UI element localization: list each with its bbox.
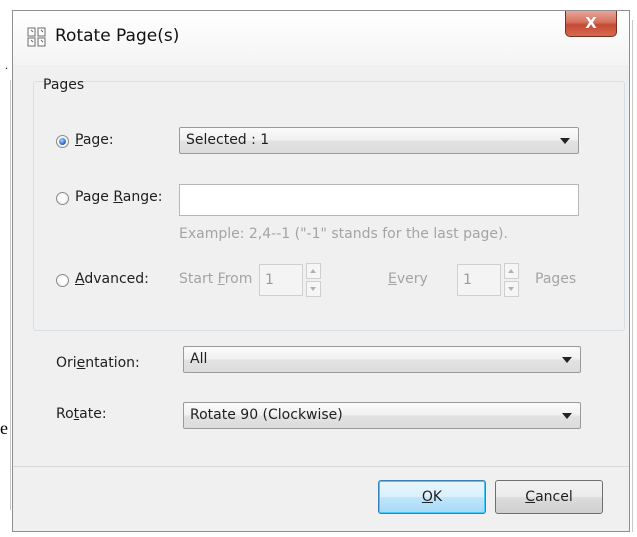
spin-up-icon[interactable]: [306, 263, 321, 279]
start-label-accel: F: [217, 271, 225, 287]
start-from-label: Start From: [179, 271, 252, 287]
start-label-suffix: rom: [224, 271, 253, 287]
start-label-prefix: Start: [179, 271, 218, 287]
orientation-select[interactable]: All: [183, 346, 581, 373]
advanced-label-suffix: dvanced:: [84, 271, 149, 287]
page-select-value: Selected : 1: [186, 132, 270, 148]
orientation-label-suffix: ntation:: [85, 355, 140, 371]
orientation-label-accel: e: [76, 355, 86, 371]
background-divider-right: [632, 20, 633, 532]
cancel-accel: C: [525, 489, 536, 505]
range-label-prefix: Page: [75, 189, 114, 205]
ok-button[interactable]: OK: [378, 480, 486, 514]
rotate-label-prefix: Ro: [56, 406, 74, 422]
every-label: Every: [388, 271, 428, 287]
every-spinner[interactable]: [504, 263, 519, 297]
rotate-pages-dialog: Rotate Page(s) X Pages Page: Selected : …: [12, 10, 630, 532]
advanced-radio[interactable]: [56, 274, 69, 287]
page-select[interactable]: Selected : 1: [179, 127, 579, 154]
advanced-radio-label[interactable]: Advanced:: [75, 271, 149, 287]
range-label-accel: R: [113, 189, 123, 205]
advanced-label-accel: A: [75, 271, 85, 287]
start-from-input[interactable]: 1: [259, 264, 303, 296]
chevron-down-icon: [562, 413, 572, 419]
chevron-down-icon: [562, 357, 572, 363]
background-divider: [10, 80, 11, 510]
orientation-select-value: All: [190, 351, 208, 367]
pages-unit-label: Pages: [535, 271, 577, 287]
page-radio-label[interactable]: Page:: [75, 132, 114, 148]
background-text-fragment: e: [0, 418, 8, 438]
page-range-radio-label[interactable]: Page Range:: [75, 189, 162, 205]
chevron-down-icon: [560, 138, 570, 144]
rotate-label-suffix: ate:: [79, 406, 107, 422]
page-label-accel: P: [75, 132, 83, 148]
rotate-pages-icon: [27, 27, 46, 47]
close-button[interactable]: X: [565, 11, 617, 37]
range-label-suffix: ange:: [122, 189, 163, 205]
rotate-select[interactable]: Rotate 90 (Clockwise): [183, 402, 581, 429]
footer-separator: [13, 466, 629, 467]
page-range-example: Example: 2,4--1 ("-1" stands for the las…: [179, 226, 508, 242]
pages-group-label: Pages: [43, 77, 85, 93]
close-icon: X: [585, 14, 597, 32]
rotate-select-value: Rotate 90 (Clockwise): [190, 407, 343, 423]
spin-down-icon[interactable]: [504, 281, 519, 297]
orientation-label-prefix: Ori: [56, 355, 77, 371]
ok-accel: O: [421, 489, 433, 505]
start-from-spinner[interactable]: [306, 263, 321, 297]
spin-up-icon[interactable]: [504, 263, 519, 279]
page-label-suffix: age:: [82, 132, 114, 148]
orientation-label: Orientation:: [56, 355, 140, 371]
cancel-button[interactable]: Cancel: [495, 480, 603, 514]
title-bar[interactable]: Rotate Page(s) X: [13, 11, 629, 65]
page-range-radio[interactable]: [56, 192, 69, 205]
spin-down-icon[interactable]: [306, 281, 321, 297]
dialog-title: Rotate Page(s): [55, 26, 180, 46]
every-input[interactable]: 1: [457, 264, 501, 296]
background-mark: .: [5, 58, 8, 72]
every-label-accel: E: [388, 271, 397, 287]
ok-suffix: K: [432, 489, 443, 505]
every-label-suffix: very: [396, 271, 428, 287]
page-radio[interactable]: [56, 135, 69, 148]
cancel-suffix: ancel: [535, 489, 573, 505]
page-range-input[interactable]: [179, 184, 579, 216]
rotate-label: Rotate:: [56, 406, 107, 422]
